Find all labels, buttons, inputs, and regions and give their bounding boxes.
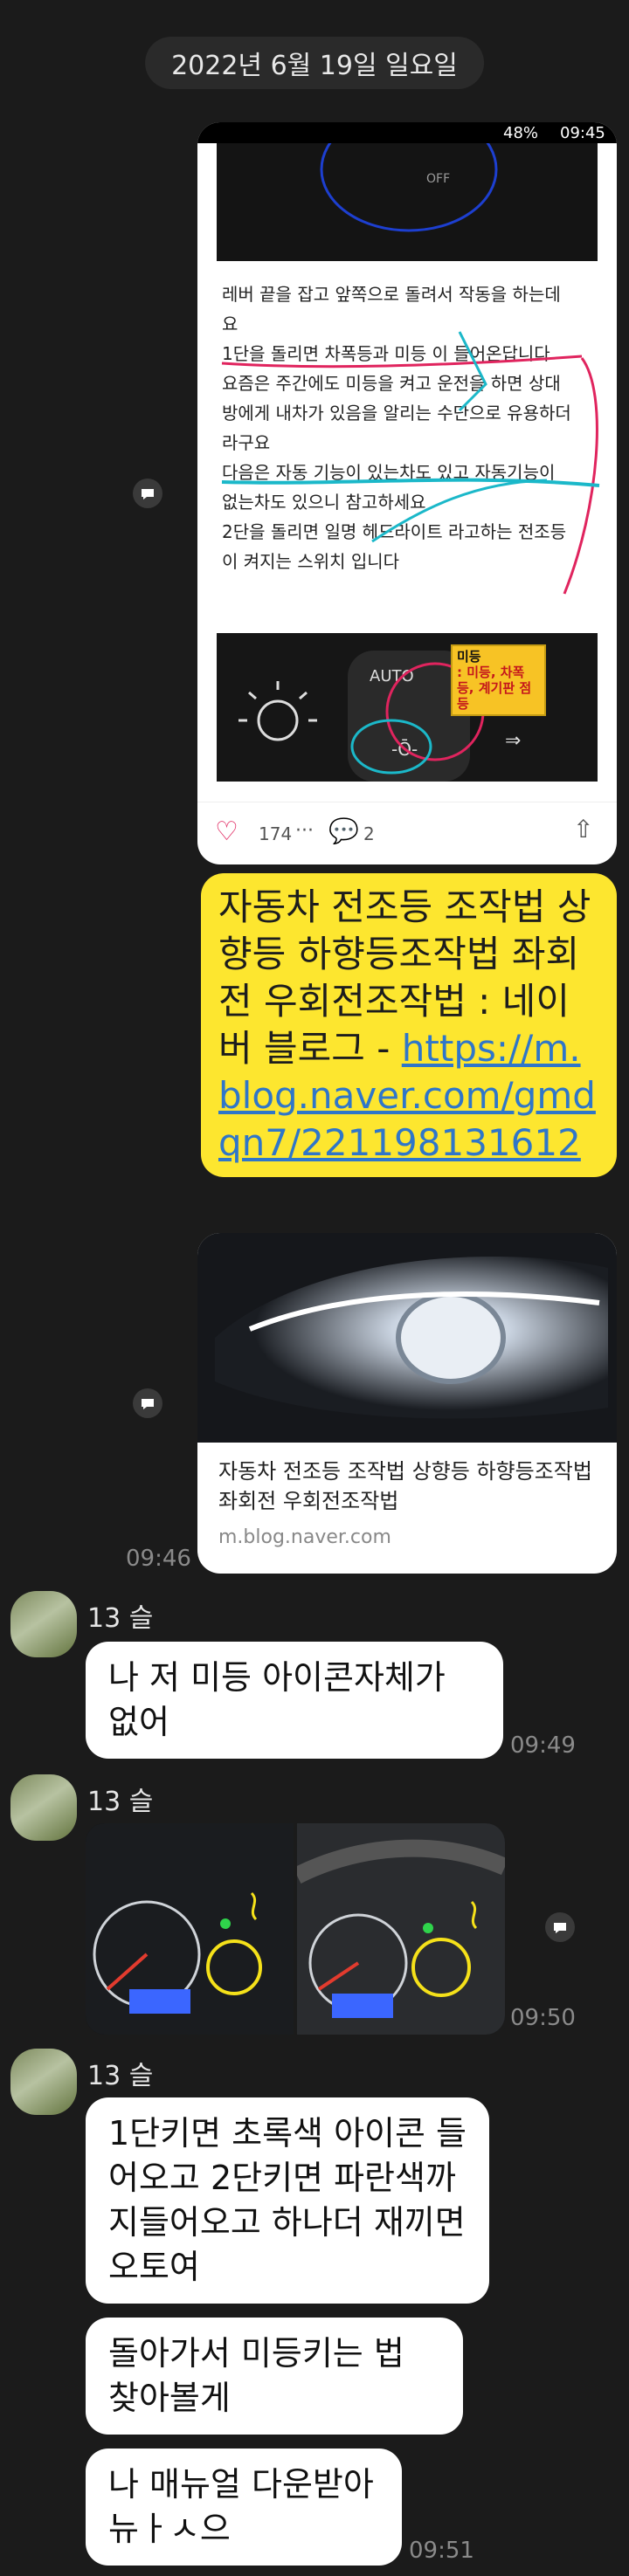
- annotation-scribbles: [221, 331, 600, 595]
- link-message-bubble: 자동차 전조등 조작법 상향등 하향등조작법 좌회전 우회전조작법 : 네이버 …: [201, 873, 617, 1177]
- svg-text:⇒: ⇒: [505, 730, 521, 752]
- avatar[interactable]: [10, 2049, 77, 2115]
- share-upload-icon[interactable]: ⇧: [573, 815, 593, 844]
- comment-icon[interactable]: 💬: [328, 816, 359, 845]
- photo-dashboard-2[interactable]: [297, 1823, 505, 2035]
- svg-text:AUTO: AUTO: [370, 667, 414, 685]
- annotation-title: 미등: [457, 649, 481, 665]
- battery-text: 48%: [503, 124, 539, 142]
- like-count: 174: [259, 823, 293, 844]
- share-icon[interactable]: [133, 1388, 162, 1418]
- shared-screenshot-card[interactable]: 48% 09:45 OFF 레버 끝을 잡고 앞쪽으로 돌려서 작동을 하는데 …: [197, 122, 617, 864]
- message-bubble: 돌아가서 미등키는 법 찾아볼게: [86, 2318, 463, 2435]
- dashboard-top-image: OFF: [217, 122, 598, 261]
- more-icon[interactable]: ···: [295, 820, 314, 842]
- share-icon[interactable]: [133, 479, 162, 508]
- sender-name: 13 슬: [87, 1787, 154, 1817]
- post-action-bar: ♡ 174 ··· 💬 2 ⇧: [197, 802, 617, 864]
- heart-icon[interactable]: ♡: [215, 816, 238, 847]
- message-time: 09:51: [409, 2538, 474, 2564]
- status-time: 09:45: [560, 124, 605, 142]
- avatar[interactable]: [10, 1774, 77, 1841]
- share-icon[interactable]: [545, 1912, 575, 1942]
- annotation-label: 미등 : 미등, 차폭등, 계기판 점등: [451, 644, 546, 716]
- message-bubble: 나 매뉴얼 다운받아뉴ㅏㅅ으: [86, 2449, 402, 2566]
- headlight-photo: [197, 1233, 617, 1443]
- sender-name: 13 슬: [87, 2061, 154, 2091]
- link-preview-domain: m.blog.naver.com: [218, 1526, 391, 1548]
- avatar[interactable]: [10, 1591, 77, 1657]
- svg-text:OFF: OFF: [426, 172, 450, 186]
- link-preview-card[interactable]: 자동차 전조등 조작법 상향등 하향등조작법 좌회전 우회전조작법 m.blog…: [197, 1233, 617, 1574]
- date-divider: 2022년 6월 19일 일요일: [145, 37, 484, 89]
- link-preview-title: 자동차 전조등 조작법 상향등 하향등조작법 좌회전 우회전조작법: [218, 1459, 592, 1513]
- status-bar: [197, 122, 617, 143]
- message-time: 09:46: [126, 1546, 191, 1572]
- message-bubble: 나 저 미등 아이콘자체가 없어: [86, 1642, 503, 1759]
- message-bubble: 1단키면 초록색 아이콘 들어오고 2단키면 파란색까지들어오고 하나더 재끼면…: [86, 2097, 489, 2304]
- photo-dashboard-1[interactable]: [86, 1823, 294, 2035]
- message-time: 09:50: [510, 2005, 576, 2031]
- sender-name: 13 슬: [87, 1603, 154, 1634]
- comment-count: 2: [363, 823, 375, 844]
- annotation-body: : 미등, 차폭등, 계기판 점등: [457, 665, 532, 712]
- message-time: 09:49: [510, 1732, 576, 1759]
